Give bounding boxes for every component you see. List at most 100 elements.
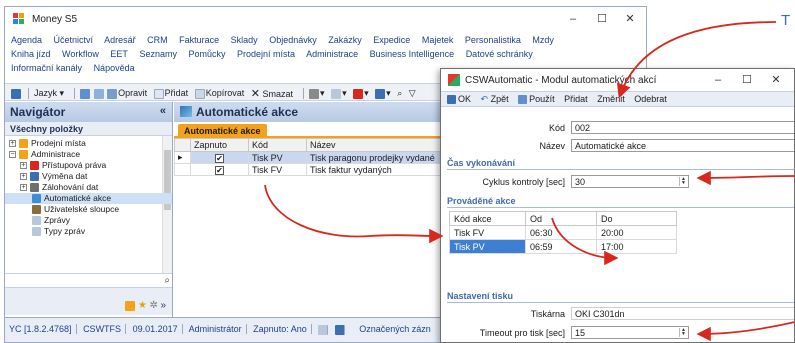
tree-item-key[interactable]: + Přístupová práva — [5, 160, 172, 171]
tiskarna-select[interactable]: OKI C301dn — [571, 307, 794, 320]
tree-item-message-types[interactable]: Typy zpráv — [5, 226, 172, 237]
expand-icon[interactable]: + — [20, 184, 27, 192]
tree-item-user-columns[interactable]: Uživatelské sloupce — [5, 204, 172, 215]
tools-button[interactable]: ▾ — [375, 88, 391, 99]
list-view-icon[interactable] — [80, 88, 91, 99]
search-icon[interactable]: ⌕ — [164, 275, 170, 286]
menu-mzdy[interactable]: Mzdy — [532, 35, 554, 45]
close-button[interactable]: ✕ — [617, 11, 643, 27]
ok-button[interactable]: OK — [447, 94, 471, 105]
menu-administrace[interactable]: Administrace — [306, 49, 358, 59]
section-provadene-akce: Prováděné akce — [447, 196, 516, 206]
table-row[interactable]: Tisk FV 06:30 20:00 — [449, 225, 677, 240]
tree-item-folder[interactable]: + Prodejní místa — [5, 138, 172, 149]
dialog-minimize-button[interactable]: – — [705, 72, 731, 88]
expand-icon[interactable]: + — [9, 140, 16, 148]
minimize-button[interactable]: – — [560, 11, 586, 27]
navigator-toggle-icon[interactable] — [11, 88, 21, 99]
tree-item-backup[interactable]: + Zálohování dat — [5, 182, 172, 193]
navigator-collapse-button[interactable]: « — [160, 105, 166, 117]
star-icon[interactable]: ★ — [138, 300, 147, 311]
menu-personalistika[interactable]: Personalistika — [465, 35, 521, 45]
menu-eet[interactable]: EET — [110, 49, 128, 59]
odebrat-button[interactable]: Odebrat — [634, 94, 667, 104]
jazyk-button[interactable]: Jazyk ▾ — [34, 88, 64, 99]
smazat-button[interactable]: ✕ Smazat — [251, 87, 293, 100]
menu-pomucky[interactable]: Pomůcky — [188, 49, 225, 59]
menu-sklady[interactable]: Sklady — [231, 35, 258, 45]
menu-agenda[interactable]: Agenda — [11, 35, 42, 45]
tree-item-message[interactable]: Zprávy — [5, 215, 172, 226]
menu-informacni-kanaly[interactable]: Informační kanály — [11, 63, 82, 73]
menu-objednavky[interactable]: Objednávky — [269, 35, 317, 45]
dialog-close-button[interactable]: ✕ — [763, 72, 789, 88]
expand-icon[interactable]: + — [20, 162, 27, 170]
zapnuto-checkbox[interactable]: ✔ — [215, 153, 224, 163]
zapnuto-checkbox[interactable]: ✔ — [215, 165, 224, 175]
menu-fakturace[interactable]: Fakturace — [179, 35, 219, 45]
column-header-zapnuto[interactable]: Zapnuto — [190, 138, 249, 152]
zpet-button[interactable]: ↶ Zpět — [481, 94, 509, 105]
maximize-button[interactable]: ☐ — [589, 11, 615, 27]
chevron-right-icon[interactable]: » — [160, 300, 166, 311]
column-header-kod[interactable]: Kód — [248, 138, 307, 152]
timeout-row: Timeout pro tisk [sec] 15 ▲ ▼ — [441, 326, 794, 340]
menu-crm[interactable]: CRM — [147, 35, 168, 45]
timeout-label: Timeout pro tisk [sec] — [479, 328, 565, 338]
zmenit-button[interactable]: Změnit — [597, 94, 625, 104]
pouzit-button[interactable]: Použít — [518, 94, 555, 105]
row-indicator-header — [174, 138, 191, 152]
zapnuto-checkbox-cell[interactable]: ✔ — [190, 151, 249, 164]
column-header-kod-akce[interactable]: Kód akce — [449, 211, 526, 226]
export-button[interactable]: ▾ — [353, 88, 369, 99]
column-header-do[interactable]: Do — [596, 211, 677, 226]
spin-arrows-icon[interactable]: ▲ ▼ — [679, 328, 687, 337]
gear-icon[interactable]: ✲ — [150, 300, 158, 311]
print-button[interactable]: ▾ — [309, 88, 325, 99]
do-cell: 17:00 — [596, 239, 677, 254]
menu-majetek[interactable]: Majetek — [422, 35, 454, 45]
tab-automaticke-akce[interactable]: Automatické akce — [178, 124, 267, 138]
tree-item-exchange[interactable]: + Výměna dat — [5, 171, 172, 182]
preview-button[interactable]: ▾ — [331, 88, 347, 99]
menu-business-intelligence[interactable]: Business Intelligence — [370, 49, 455, 59]
expand-icon[interactable]: + — [20, 173, 27, 181]
mail-icon[interactable] — [318, 324, 329, 335]
kopirovat-button[interactable]: Kopírovat — [194, 88, 244, 99]
menu-expedice[interactable]: Expedice — [373, 35, 410, 45]
menu-prodejni-mista[interactable]: Prodejní místa — [237, 49, 295, 59]
table-row[interactable]: Tisk PV 06:59 17:00 — [449, 239, 677, 254]
column-header-od[interactable]: Od — [525, 211, 597, 226]
search-button[interactable]: ⌕ — [397, 88, 402, 99]
menu-ucetnictvi[interactable]: Účetnictví — [54, 35, 94, 45]
menu-datove-schranky[interactable]: Datové schránky — [466, 49, 533, 59]
kod-field[interactable]: 002 — [571, 121, 794, 134]
tree-item-folder[interactable]: − Administrace — [5, 149, 172, 160]
timeout-stepper[interactable]: 15 ▲ ▼ — [571, 326, 689, 339]
folder-icon[interactable] — [124, 300, 135, 311]
section-nastaveni-tisku: Nastavení tisku — [447, 291, 514, 301]
filter-button[interactable]: ▽ — [409, 88, 416, 99]
pridat-button[interactable]: Přidat — [564, 94, 588, 104]
menu-workflow[interactable]: Workflow — [62, 49, 99, 59]
navigator-search-box[interactable]: ⌕ — [5, 273, 172, 287]
spin-arrows-icon[interactable]: ▲ ▼ — [679, 177, 687, 186]
pridat-button[interactable]: Přidat — [153, 88, 188, 99]
title-bar: Money S5 – ☐ ✕ — [5, 7, 646, 31]
collapse-icon[interactable]: − — [9, 151, 16, 159]
menu-seznamy[interactable]: Seznamy — [139, 49, 177, 59]
cyklus-stepper[interactable]: 30 ▲ ▼ — [571, 175, 689, 188]
menu-zakazky[interactable]: Zakázky — [328, 35, 362, 45]
menu-adresar[interactable]: Adresář — [104, 35, 136, 45]
section-divider — [447, 169, 794, 170]
nazev-field[interactable]: Automatické akce — [571, 139, 794, 152]
menu-kniha-jizd[interactable]: Kniha jízd — [11, 49, 51, 59]
edit-form-icon[interactable] — [93, 88, 104, 99]
menu-napoveda[interactable]: Nápověda — [94, 63, 135, 73]
tree-item-automatic-actions[interactable]: Automatické akce — [5, 193, 172, 204]
zapnuto-checkbox-cell[interactable]: ✔ — [190, 163, 249, 176]
new-document-icon — [153, 88, 164, 99]
rss-icon[interactable] — [334, 324, 345, 335]
dialog-maximize-button[interactable]: ☐ — [734, 72, 760, 88]
opravit-button[interactable]: Opravit — [107, 88, 147, 99]
